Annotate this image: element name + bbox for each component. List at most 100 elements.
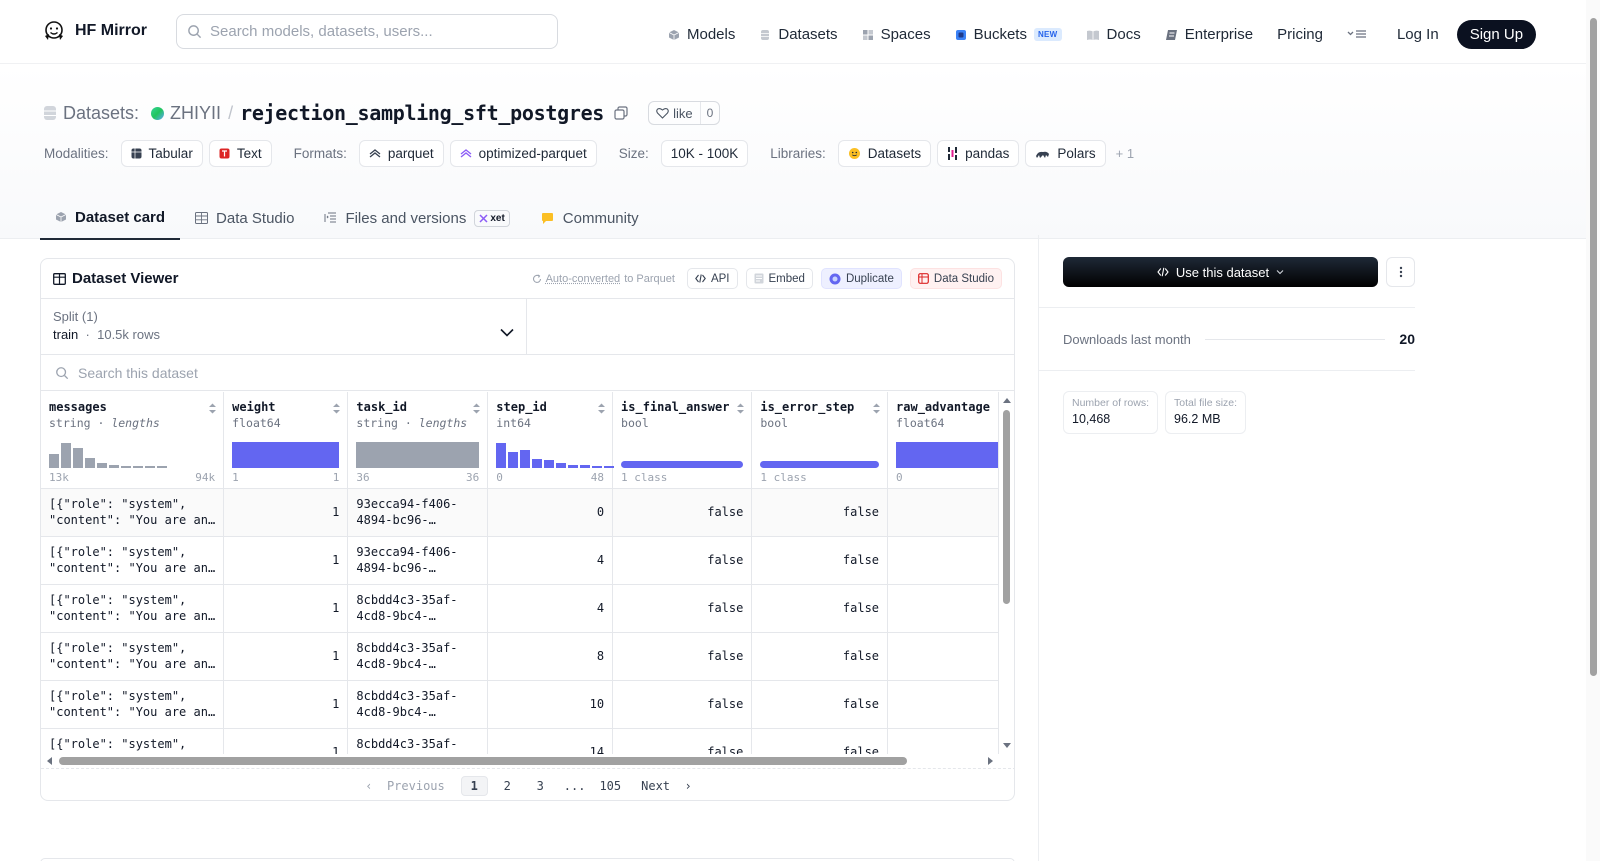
sort-icon[interactable] bbox=[872, 402, 881, 415]
cell-weight[interactable]: 1 bbox=[224, 632, 348, 680]
cell-task-id[interactable]: 8cbdd4c3-35af- 4cd8-9bc4-… bbox=[348, 584, 488, 632]
vertical-scrollbar[interactable] bbox=[1000, 392, 1014, 754]
histogram-bin[interactable] bbox=[508, 452, 518, 468]
tab-files-and-versions[interactable]: Files and versions xet bbox=[309, 196, 524, 240]
histogram-bin[interactable] bbox=[496, 443, 506, 468]
cell-weight[interactable]: 1 bbox=[224, 584, 348, 632]
cell-is-final-answer[interactable]: false bbox=[613, 680, 752, 728]
table-row[interactable]: [{"role": "system", "content": "You are … bbox=[41, 632, 999, 680]
histogram-bin[interactable] bbox=[121, 466, 131, 468]
like-count[interactable]: 0 bbox=[701, 106, 720, 120]
cell-weight[interactable]: 1 bbox=[224, 536, 348, 584]
histogram-bin[interactable] bbox=[73, 448, 83, 468]
cell-weight[interactable]: 1 bbox=[224, 728, 348, 754]
data-studio-button[interactable]: Data Studio bbox=[910, 268, 1002, 289]
cell-messages[interactable]: [{"role": "system", "content": "You are … bbox=[41, 536, 224, 584]
api-button[interactable]: API bbox=[687, 268, 738, 289]
column-header-is-error-step[interactable]: is_error_step bool 1 class bbox=[752, 392, 888, 488]
cell-messages[interactable]: [{"role": "system", "content": "You are … bbox=[41, 632, 224, 680]
scroll-down-icon[interactable] bbox=[1002, 742, 1012, 750]
nav-spaces[interactable]: Spaces bbox=[862, 23, 931, 47]
cell-raw-advantage[interactable] bbox=[888, 632, 999, 680]
tag-text[interactable]: Text bbox=[209, 140, 272, 167]
sort-icon[interactable] bbox=[208, 402, 217, 415]
scroll-thumb[interactable] bbox=[59, 757, 907, 765]
histogram-bin[interactable] bbox=[133, 466, 143, 468]
table-row[interactable]: [{"role": "system", "content": "You are … bbox=[41, 536, 999, 584]
histogram-bin[interactable] bbox=[49, 454, 59, 468]
more-libraries[interactable]: + 1 bbox=[1116, 146, 1134, 161]
tab-data-studio[interactable]: Data Studio bbox=[180, 196, 309, 240]
org-avatar[interactable] bbox=[151, 107, 164, 120]
page-scroll-thumb[interactable] bbox=[1590, 18, 1597, 676]
cell-is-error-step[interactable]: false bbox=[752, 728, 888, 754]
column-header-task-id[interactable]: task_id string · lengths 36 36 bbox=[348, 392, 488, 488]
scroll-right-icon[interactable] bbox=[987, 756, 995, 766]
nav-datasets[interactable]: Datasets bbox=[759, 23, 837, 47]
cell-weight[interactable]: 1 bbox=[224, 488, 348, 536]
cell-is-error-step[interactable]: false bbox=[752, 584, 888, 632]
tab-dataset-card[interactable]: Dataset card bbox=[40, 196, 180, 240]
histogram-bin[interactable] bbox=[544, 460, 554, 468]
page-scrollbar[interactable] bbox=[1586, 0, 1600, 861]
cell-raw-advantage[interactable] bbox=[888, 536, 999, 584]
cell-messages[interactable]: [{"role": "system", "content": "You are … bbox=[41, 728, 224, 754]
cell-is-final-answer[interactable]: false bbox=[613, 632, 752, 680]
cell-step-id[interactable]: 8 bbox=[488, 632, 613, 680]
split-selector[interactable]: Split (1) train · 10.5k rows bbox=[41, 299, 527, 354]
page-3[interactable]: 3 bbox=[527, 776, 554, 796]
auto-converted-link[interactable]: Auto-converted bbox=[546, 273, 621, 285]
sort-icon[interactable] bbox=[472, 402, 481, 415]
cell-raw-advantage[interactable] bbox=[888, 728, 999, 754]
sort-icon[interactable] bbox=[332, 402, 341, 415]
column-header-raw-advantage[interactable]: raw_advantage float64 0 bbox=[888, 392, 999, 488]
cell-messages[interactable]: [{"role": "system", "content": "You are … bbox=[41, 488, 224, 536]
sort-icon[interactable] bbox=[597, 402, 606, 415]
histogram-bin[interactable] bbox=[85, 458, 95, 468]
next-page-button[interactable]: Next › bbox=[637, 776, 696, 796]
histogram-bin[interactable] bbox=[592, 466, 602, 468]
cell-is-final-answer[interactable]: false bbox=[613, 488, 752, 536]
cell-is-error-step[interactable]: false bbox=[752, 632, 888, 680]
cell-is-final-answer[interactable]: false bbox=[613, 728, 752, 754]
more-options-button[interactable] bbox=[1386, 257, 1415, 287]
cell-step-id[interactable]: 14 bbox=[488, 728, 613, 754]
cell-step-id[interactable]: 10 bbox=[488, 680, 613, 728]
cell-messages[interactable]: [{"role": "system", "content": "You are … bbox=[41, 584, 224, 632]
horizontal-scrollbar[interactable] bbox=[41, 754, 999, 768]
tag-size[interactable]: 10K - 100K bbox=[661, 140, 749, 167]
column-header-step-id[interactable]: step_id int64 0 48 bbox=[488, 392, 613, 488]
table-row[interactable]: [{"role": "system", "content": "You are … bbox=[41, 488, 999, 536]
histogram-bin[interactable] bbox=[580, 465, 590, 468]
tab-community[interactable]: Community bbox=[525, 196, 654, 240]
cell-step-id[interactable]: 4 bbox=[488, 536, 613, 584]
table-row[interactable]: [{"role": "system", "content": "You are … bbox=[41, 584, 999, 632]
org-link[interactable]: ZHIYII bbox=[170, 103, 221, 124]
histogram-bin[interactable] bbox=[532, 459, 542, 468]
cell-raw-advantage[interactable] bbox=[888, 584, 999, 632]
nav-models[interactable]: Models bbox=[668, 23, 735, 47]
like-part[interactable]: like bbox=[649, 102, 701, 124]
cell-is-final-answer[interactable]: false bbox=[613, 584, 752, 632]
histogram-bin[interactable] bbox=[97, 463, 107, 468]
cell-task-id[interactable]: 8cbdd4c3-35af- 4cd8-9bc4-… bbox=[348, 728, 488, 754]
nav-pricing[interactable]: Pricing bbox=[1277, 23, 1323, 47]
cell-step-id[interactable]: 4 bbox=[488, 584, 613, 632]
cell-is-error-step[interactable]: false bbox=[752, 536, 888, 584]
global-search-input[interactable] bbox=[210, 23, 540, 40]
scroll-thumb[interactable] bbox=[1003, 410, 1010, 604]
column-header-weight[interactable]: weight float64 11 bbox=[224, 392, 348, 488]
column-header-messages[interactable]: messages string · lengths 13k 94k bbox=[41, 392, 224, 488]
histogram-bin[interactable] bbox=[520, 450, 530, 468]
histogram-bin[interactable] bbox=[61, 443, 71, 468]
duplicate-button[interactable]: Duplicate bbox=[821, 268, 902, 289]
dataset-search[interactable] bbox=[41, 355, 1014, 391]
tag-polars[interactable]: Polars bbox=[1025, 140, 1105, 167]
like-button[interactable]: like 0 bbox=[648, 101, 720, 125]
scroll-left-icon[interactable] bbox=[45, 756, 53, 766]
cell-task-id[interactable]: 93ecca94-f406- 4894-bc96-… bbox=[348, 488, 488, 536]
embed-button[interactable]: Embed bbox=[746, 268, 813, 289]
scroll-up-icon[interactable] bbox=[1002, 396, 1012, 404]
nav-buckets[interactable]: Buckets NEW bbox=[955, 23, 1062, 47]
site-logo[interactable]: HF Mirror bbox=[42, 19, 147, 43]
